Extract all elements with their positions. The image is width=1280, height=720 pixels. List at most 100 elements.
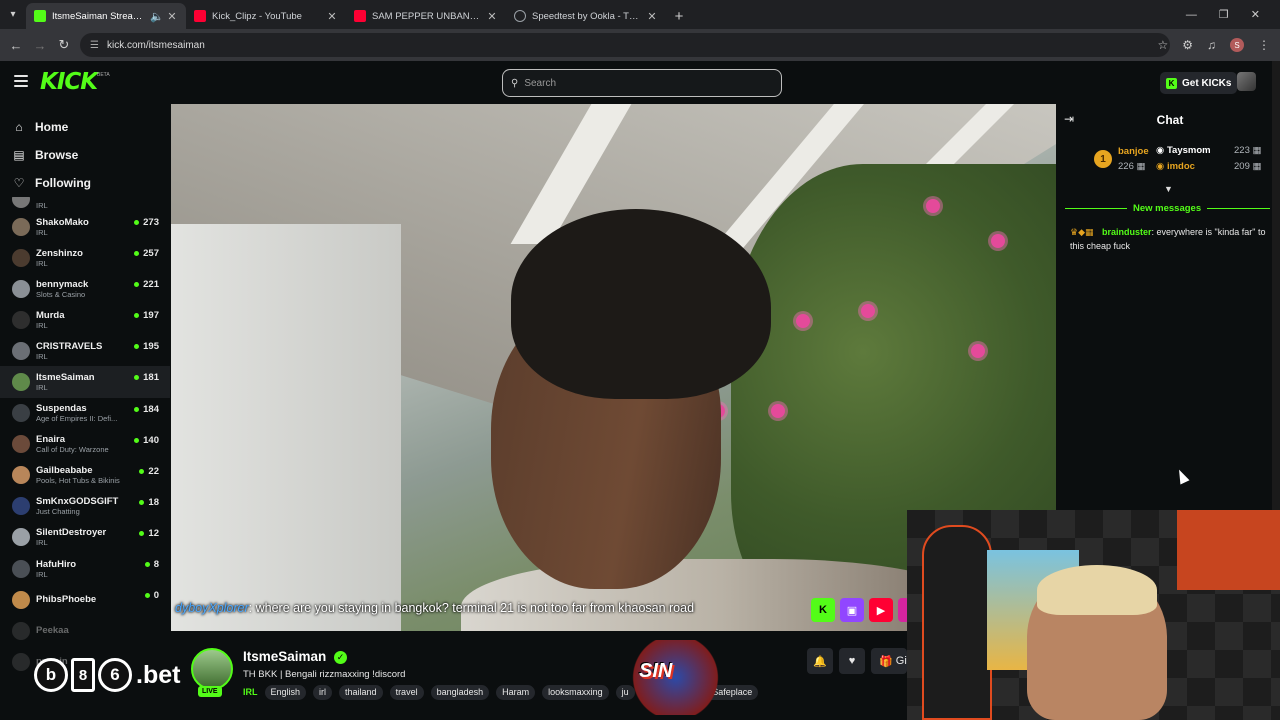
browser-tab-youtube-2[interactable]: SAM PEPPER UNBANNED + ST ✕ [346,3,506,29]
profile-avatar[interactable]: S [1230,38,1244,52]
sidebar-channel-enaira[interactable]: Enaira Call of Duty: Warzone 140 [0,429,170,460]
sidebar-item-label: Browse [35,148,79,162]
channel-category: IRL [36,320,48,330]
sidebar-item-browse[interactable]: ▤ Browse [0,141,170,169]
extensions-icon[interactable]: ⚙ [1182,38,1193,52]
channel-name: Peekaa [36,625,69,637]
sidebar-channel-zenshinzo[interactable]: Zenshinzo IRL 257 [0,242,170,273]
expand-leaderboard-icon[interactable]: ▼ [1164,184,1173,194]
leader-count: 209 ▦ [1234,161,1262,172]
sidebar-channel-shakomako[interactable]: ShakoMako IRL 273 [0,211,170,242]
sidebar-channel-smknxgodsgift[interactable]: SmKnxGODSGIFT Just Chatting 18 [0,491,170,522]
channel-avatar [12,621,30,640]
user-avatar[interactable] [1237,72,1256,91]
tag[interactable]: irl [313,685,333,700]
sidebar-channel-gailbeababe[interactable]: Gailbeababe Pools, Hot Tubs & Bikinis 22 [0,460,170,491]
leader-name: ◉ imdoc [1156,161,1195,172]
notification-bell-button[interactable]: 🔔 [807,648,833,674]
bookmark-star-icon[interactable]: ☆ [1157,38,1168,52]
live-badge: LIVE [198,686,222,697]
sidebar-item-home[interactable]: ⌂ Home [0,113,170,141]
streamer-name[interactable]: ItsmeSaiman [243,649,326,664]
tab-close-icon[interactable]: ✕ [326,10,338,23]
viewer-count: 195 [134,341,159,352]
mute-icon[interactable]: 🔈 [150,10,164,23]
page-scrollbar[interactable] [1272,61,1280,510]
tag[interactable]: thailand [339,685,383,700]
sidebar-item-following[interactable]: ♡ Following [0,169,170,197]
sidebar-channel-bennymack[interactable]: bennymack Slots & Casino 221 [0,273,170,304]
live-dot-icon [139,499,145,505]
browser-tab-speedtest[interactable]: Speedtest by Ookla - The Glob ✕ [506,3,666,29]
tag[interactable]: bangladesh [430,685,490,700]
bet-brand-text: .bet [136,660,181,689]
sidebar-channel-murda[interactable]: Murda IRL 197 [0,304,170,335]
new-tab-button[interactable]: + [666,3,692,29]
minimize-icon[interactable]: — [1186,9,1197,21]
site-info-icon[interactable]: ☰ [90,40,99,51]
follow-button[interactable]: ♥ [839,648,865,674]
tag[interactable]: English [264,685,307,700]
channel-avatar [12,497,30,516]
collapse-chat-icon[interactable]: ⇥ [1064,112,1074,126]
list-item-offline[interactable]: Peekaa [0,615,170,646]
gift-label: Gi [895,655,907,667]
gift-subs-button[interactable]: 🎁 Gi [871,648,907,674]
live-dot-icon [134,220,140,225]
close-window-icon[interactable]: ✕ [1251,8,1260,21]
chat-message: ♛◆▦ brainduster: everywhere is "kinda far… [1070,225,1270,253]
back-icon[interactable]: ← [4,38,28,53]
channel-category: Just Chatting [36,507,80,517]
browser-tab-kick[interactable]: ItsmeSaiman Stream - Watc 🔈 ✕ [26,3,186,29]
hamburger-menu-icon[interactable] [14,75,28,87]
kick-logo[interactable]: KICK [40,69,98,95]
viewer-count: 257 [134,248,159,259]
live-dot-icon [134,251,140,257]
address-bar[interactable]: ☰ kick.com/itsmesaiman [80,33,1170,57]
sidebar-channel-itsmesaiman[interactable]: ItsmeSaiman IRL 181 [0,366,170,398]
chat-leaderboard[interactable]: 1 banjoe 226 ▦ ◉ Taysmom 223 ▦ ◉ imdoc 2… [1094,144,1274,182]
window-controls: — ❐ ✕ [1186,0,1280,29]
youtube-favicon-icon [354,10,366,22]
tab-title: Speedtest by Ookla - The Glob [532,10,642,22]
tab-close-icon[interactable]: ✕ [166,10,178,23]
channel-avatar [12,341,30,360]
maximize-icon[interactable]: ❐ [1219,8,1229,21]
channel-category: IRL [36,538,48,548]
youtube-favicon-icon [194,10,206,22]
channel-avatar [12,528,30,547]
sidebar-channel-hafuhiro[interactable]: HafuHiro IRL 8 [0,553,170,584]
stream-category[interactable]: IRL [243,685,258,700]
tag[interactable]: looksmaxxing [542,685,609,700]
browser-tab-youtube[interactable]: Kick_Clipz - YouTube ✕ [186,3,346,29]
sidebar-channel-silentdestroyer[interactable]: SilentDestroyer IRL 12 [0,522,170,553]
reload-icon[interactable]: ↻ [52,37,76,53]
stream-title: TH BKK | Bengali rizzmaxxing !discord [243,669,406,680]
search-input[interactable]: ⚲ Search [502,69,782,97]
sidebar-channel-phibsphoebe[interactable]: PhibsPhoebe 0 [0,584,170,615]
menu-dots-icon[interactable]: ⋮ [1258,38,1270,52]
tag[interactable]: Haram [496,685,536,700]
viewer-count: 184 [134,404,159,415]
sidebar-channel-cristravels[interactable]: CRISTRAVELS IRL 195 [0,335,170,366]
chat-username[interactable]: brainduster [1102,227,1152,237]
tab-close-icon[interactable]: ✕ [486,10,498,23]
bet-digit: b [34,658,68,692]
channel-category: IRL [36,200,48,210]
following-channel-list: IRL ShakoMako IRL 273 Zenshinzo IRL 257 bennym… [0,197,170,677]
channel-category: IRL [36,227,48,237]
media-control-icon[interactable]: ♫ [1207,38,1216,52]
list-item[interactable]: IRL [0,197,170,211]
kick-header: KICK BETA ⚲ Search K Get KICKs [0,61,1272,104]
sidebar-channel-suspendas[interactable]: Suspendas Age of Empires II: Defi... 184 [0,398,170,429]
url-text: kick.com/itsmesaiman [106,39,205,51]
tag[interactable]: travel [389,685,424,700]
channel-category: IRL [36,351,48,361]
channel-avatar [12,590,30,609]
channel-avatar [12,404,30,423]
tab-search-icon[interactable]: ▾ [0,0,26,29]
get-kicks-button[interactable]: K Get KICKs [1160,72,1238,94]
forward-icon[interactable]: → [28,38,52,53]
tab-close-icon[interactable]: ✕ [646,10,658,23]
streamer-avatar[interactable] [191,648,233,690]
